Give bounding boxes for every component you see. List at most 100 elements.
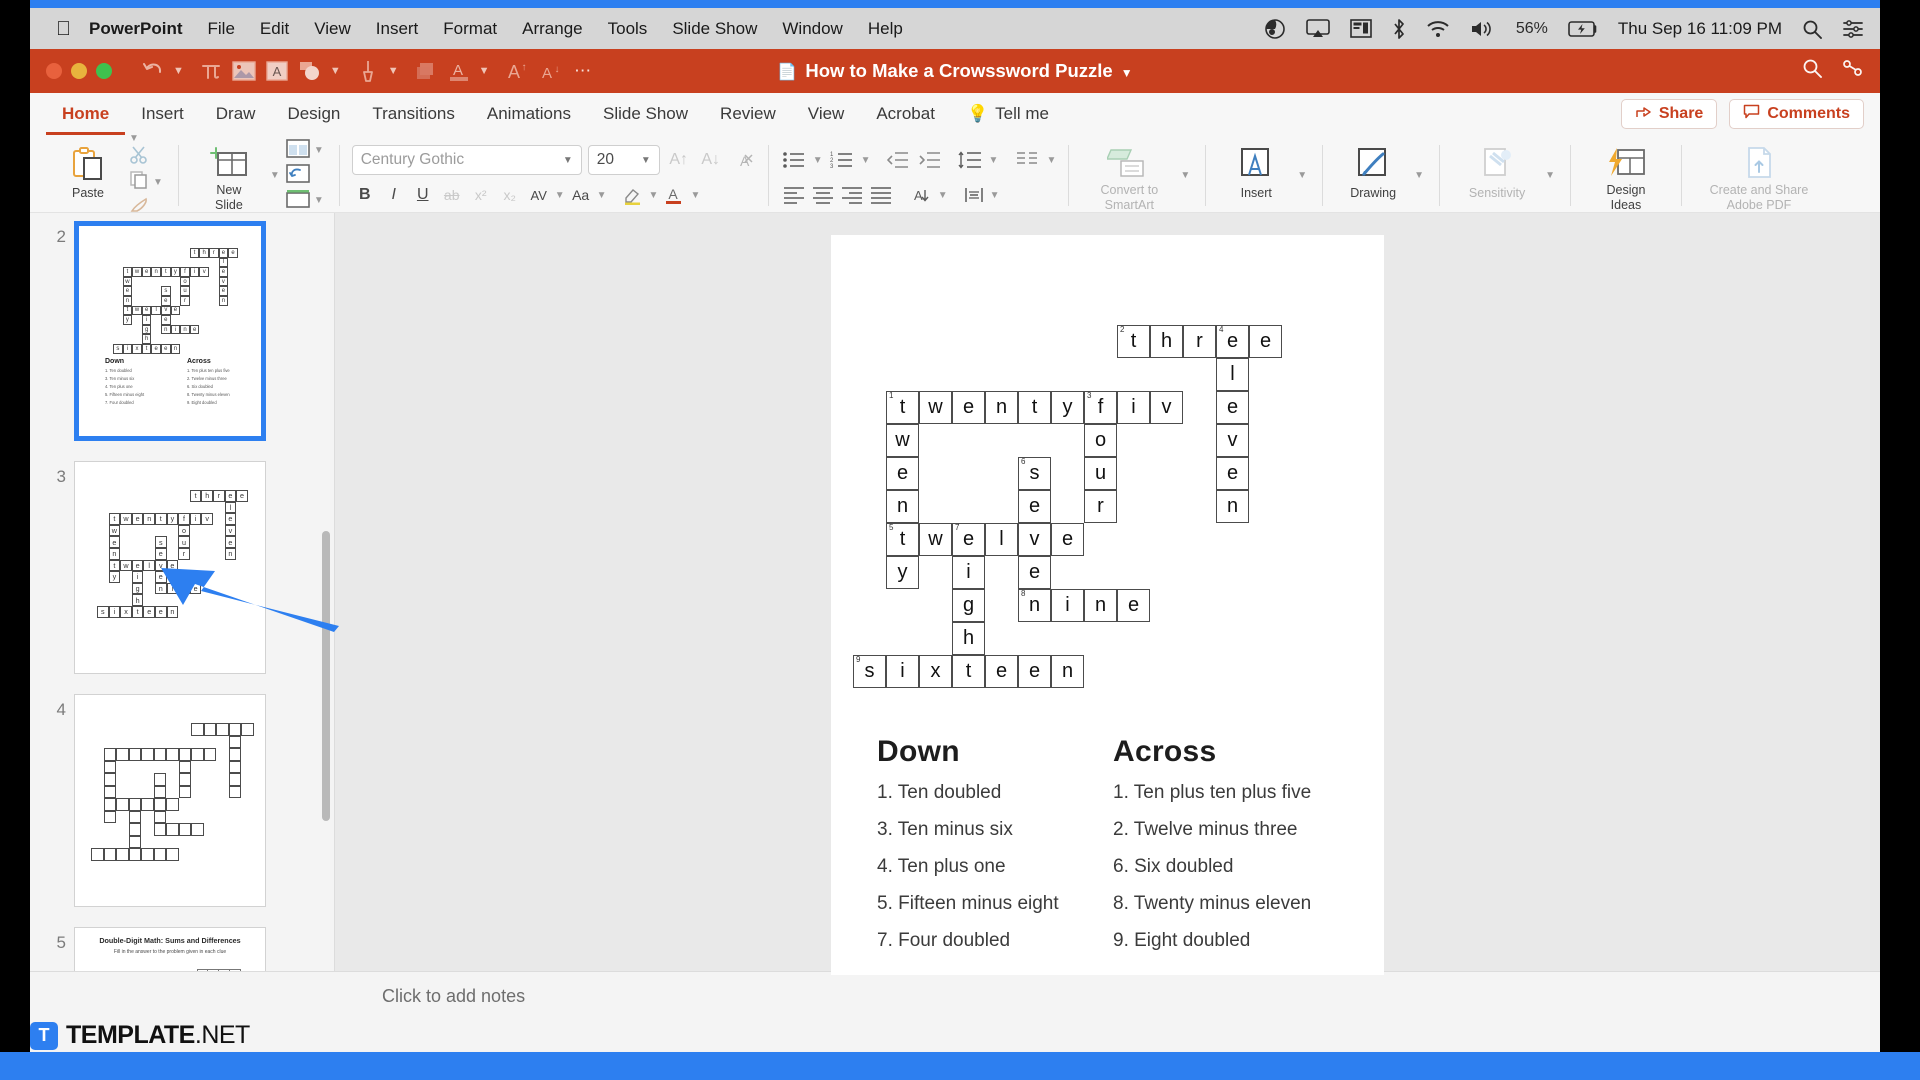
tab-home[interactable]: Home <box>46 93 126 135</box>
grow-font-icon[interactable]: A ↑ <box>504 58 530 84</box>
chevron-down-icon[interactable]: ▼ <box>597 190 607 201</box>
menu-item-window[interactable]: Window <box>782 19 842 39</box>
decrease-indent-button[interactable] <box>885 147 911 173</box>
create-share-adobe-pdf-button[interactable]: Create and Share Adobe PDF <box>1694 139 1824 212</box>
menu-item-arrange[interactable]: Arrange <box>522 19 582 39</box>
shapes-icon[interactable] <box>297 58 323 84</box>
new-slide-caret[interactable]: ▼ <box>270 165 280 187</box>
tab-transitions[interactable]: Transitions <box>356 93 471 135</box>
superscript-button[interactable]: x² <box>468 182 494 208</box>
paste-button[interactable]: Paste <box>50 139 126 212</box>
grow-font-button[interactable]: A↑ <box>666 147 692 173</box>
chevron-down-icon[interactable]: ▼ <box>813 155 823 166</box>
undo-caret-icon[interactable]: ▼ <box>173 65 184 77</box>
shrink-font-icon[interactable]: A ↓ <box>537 58 563 84</box>
convert-to-smartart-button[interactable]: Convert to SmartArt <box>1081 139 1177 212</box>
insert-caret[interactable]: ▼ <box>1297 165 1307 187</box>
tab-slide-show[interactable]: Slide Show <box>587 93 704 135</box>
menu-item-format[interactable]: Format <box>443 19 497 39</box>
thumbnail-row-5[interactable]: 5 Double-Digit Math: Sums and Difference… <box>30 919 334 971</box>
cut-button[interactable] <box>129 146 163 169</box>
chevron-down-icon[interactable]: ▼ <box>938 190 948 201</box>
thumbnail-slide-5[interactable]: Double-Digit Math: Sums and Differences … <box>74 927 266 971</box>
numbering-button[interactable]: 123 <box>829 147 855 173</box>
battery-charging-icon[interactable] <box>1568 20 1598 37</box>
undo-icon[interactable] <box>140 58 166 84</box>
format-painter-icon[interactable] <box>355 58 381 84</box>
menu-item-view[interactable]: View <box>314 19 351 39</box>
character-spacing-button[interactable]: AV <box>526 182 552 208</box>
text-highlight-button[interactable] <box>620 182 646 208</box>
justify-button[interactable] <box>868 182 894 208</box>
display-icon[interactable] <box>1350 19 1372 38</box>
chevron-down-icon[interactable]: ▼ <box>641 155 651 166</box>
change-case-button[interactable]: Aa <box>568 182 594 208</box>
thumbnail-row-2[interactable]: 2 threeltwentyfivewovesuenerntwelveyiegn… <box>30 213 334 441</box>
thumbnail-slide-4[interactable] <box>74 694 266 907</box>
line-spacing-button[interactable] <box>957 147 983 173</box>
menu-item-insert[interactable]: Insert <box>376 19 419 39</box>
menu-item-slide-show[interactable]: Slide Show <box>672 19 757 39</box>
shrink-font-button[interactable]: A↓ <box>698 147 724 173</box>
bullets-button[interactable] <box>781 147 807 173</box>
current-slide[interactable]: 2thr4eel1twenty3fivewove6suenern5tw7elve… <box>831 235 1384 975</box>
bluetooth-icon[interactable] <box>1392 18 1406 40</box>
maximize-button[interactable] <box>96 63 112 79</box>
font-name-input[interactable]: Century Gothic ▼ <box>351 145 582 175</box>
sensitivity-caret[interactable]: ▼ <box>1545 165 1555 187</box>
smartart-caret[interactable]: ▼ <box>1180 165 1190 187</box>
chevron-down-icon[interactable]: ▼ <box>649 190 659 201</box>
chevron-down-icon[interactable]: ▼ <box>990 190 1000 201</box>
tab-review[interactable]: Review <box>704 93 792 135</box>
tab-view[interactable]: View <box>792 93 861 135</box>
section-button[interactable]: ▼ <box>286 189 324 212</box>
tab-design[interactable]: Design <box>271 93 356 135</box>
menubar-clock[interactable]: Thu Sep 16 11:09 PM <box>1618 19 1782 39</box>
menu-item-file[interactable]: File <box>208 19 235 39</box>
menu-item-edit[interactable]: Edit <box>260 19 289 39</box>
ribbon-options-icon[interactable] <box>1842 58 1864 84</box>
textbox-icon[interactable]: A <box>264 58 290 84</box>
slide-canvas-area[interactable]: 2thr4eel1twenty3fivewove6suenern5tw7elve… <box>161 213 1880 975</box>
pi-icon[interactable] <box>198 58 224 84</box>
menu-item-powerpoint[interactable]: PowerPoint <box>89 19 183 39</box>
chevron-down-icon[interactable]: ▼ <box>314 195 324 206</box>
volume-icon[interactable] <box>1470 20 1496 38</box>
document-title[interactable]: How to Make a Crowssword Puzzle <box>805 60 1112 81</box>
insert-button[interactable]: Insert <box>1218 139 1294 212</box>
more-commands-icon[interactable]: ⋯ <box>570 58 596 84</box>
font-color-icon[interactable]: A <box>446 58 472 84</box>
apple-icon[interactable]:  <box>56 19 71 39</box>
chevron-down-icon[interactable]: ▼ <box>555 190 565 201</box>
chevron-down-icon[interactable]: ▼ <box>153 177 163 188</box>
thumbnail-row-4[interactable]: 4 <box>30 686 334 907</box>
copy-button[interactable]: ▼ <box>129 171 163 194</box>
reset-button[interactable] <box>286 163 324 187</box>
chevron-down-icon[interactable]: ▼ <box>563 155 573 166</box>
columns-button[interactable] <box>1014 147 1040 173</box>
tab-insert[interactable]: Insert <box>125 93 200 135</box>
align-left-button[interactable] <box>781 182 807 208</box>
chevron-down-icon[interactable]: ▼ <box>314 145 324 156</box>
search-icon[interactable] <box>1802 19 1822 39</box>
close-button[interactable] <box>46 63 62 79</box>
font-size-input[interactable]: 20 ▼ <box>587 145 660 175</box>
drawing-caret[interactable]: ▼ <box>1414 165 1424 187</box>
chevron-down-icon[interactable]: ▼ <box>861 155 871 166</box>
design-ideas-button[interactable]: Design Ideas <box>1583 139 1669 212</box>
font-color-caret-icon[interactable]: ▼ <box>479 65 490 77</box>
tab-tell-me[interactable]: 💡 Tell me <box>951 93 1065 135</box>
tab-animations[interactable]: Animations <box>471 93 587 135</box>
wifi-icon[interactable] <box>1426 20 1450 38</box>
arrange-icon[interactable] <box>413 58 439 84</box>
tab-acrobat[interactable]: Acrobat <box>860 93 951 135</box>
bold-button[interactable]: B <box>352 182 378 208</box>
menu-item-help[interactable]: Help <box>868 19 903 39</box>
underline-button[interactable]: U <box>410 182 436 208</box>
dropbox-icon[interactable] <box>1264 18 1286 40</box>
chevron-down-icon[interactable]: ▼ <box>989 155 999 166</box>
airplay-icon[interactable] <box>1306 18 1330 39</box>
increase-indent-button[interactable] <box>917 147 943 173</box>
align-right-button[interactable] <box>839 182 865 208</box>
search-icon[interactable] <box>1802 58 1822 84</box>
